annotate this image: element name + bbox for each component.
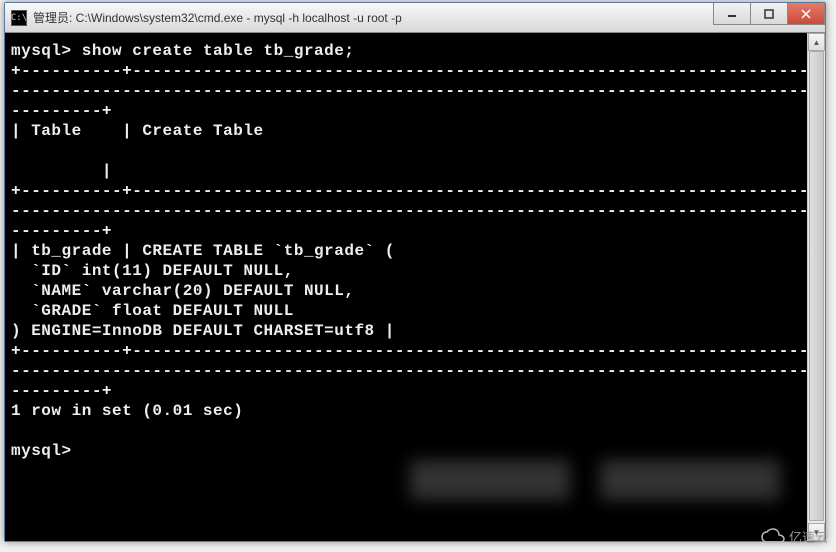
scrollbar[interactable]: ▲ ▼: [807, 33, 825, 541]
minimize-icon: [727, 9, 737, 19]
terminal-line: ----------------------------------------…: [11, 82, 825, 100]
terminal-line: ---------+: [11, 102, 112, 120]
terminal-line: 1 row in set (0.01 sec): [11, 402, 243, 420]
minimize-button[interactable]: [713, 3, 751, 25]
terminal-line: | Table | Create Table: [11, 122, 264, 140]
terminal-line: ---------+: [11, 222, 112, 240]
terminal-line: `NAME` varchar(20) DEFAULT NULL,: [11, 282, 354, 300]
app-icon-label: C:\: [11, 13, 27, 23]
app-icon: C:\: [11, 10, 27, 26]
terminal-line: +----------+----------------------------…: [11, 62, 825, 80]
terminal-line: ----------------------------------------…: [11, 202, 825, 220]
terminal-line: ) ENGINE=InnoDB DEFAULT CHARSET=utf8 |: [11, 322, 395, 340]
window-title: 管理员: C:\Windows\system32\cmd.exe - mysql…: [33, 9, 402, 26]
brand-text: 亿速云: [789, 527, 828, 546]
terminal-line: `GRADE` float DEFAULT NULL: [11, 302, 294, 320]
titlebar[interactable]: C:\ 管理员: C:\Windows\system32\cmd.exe - m…: [5, 3, 825, 33]
maximize-icon: [764, 9, 774, 19]
scroll-up-button[interactable]: ▲: [808, 33, 825, 51]
close-icon: [801, 9, 811, 19]
terminal-line: +----------+----------------------------…: [11, 182, 825, 200]
scroll-thumb[interactable]: [809, 51, 824, 521]
watermark-blur: [410, 460, 570, 500]
terminal-line: | tb_grade | CREATE TABLE `tb_grade` (: [11, 242, 395, 260]
terminal-line: +----------+----------------------------…: [11, 342, 825, 360]
terminal-line: |: [11, 162, 112, 180]
terminal-line: mysql> show create table tb_grade;: [11, 42, 354, 60]
brand-watermark: 亿速云: [761, 527, 828, 546]
terminal-line: mysql>: [11, 442, 72, 460]
terminal-line: `ID` int(11) DEFAULT NULL,: [11, 262, 294, 280]
watermark-blur: [600, 460, 780, 500]
window-controls: [714, 3, 825, 25]
maximize-button[interactable]: [750, 3, 788, 25]
terminal-line: ---------+: [11, 382, 112, 400]
cloud-icon: [761, 528, 785, 546]
close-button[interactable]: [787, 3, 825, 25]
terminal-line: ----------------------------------------…: [11, 362, 825, 380]
